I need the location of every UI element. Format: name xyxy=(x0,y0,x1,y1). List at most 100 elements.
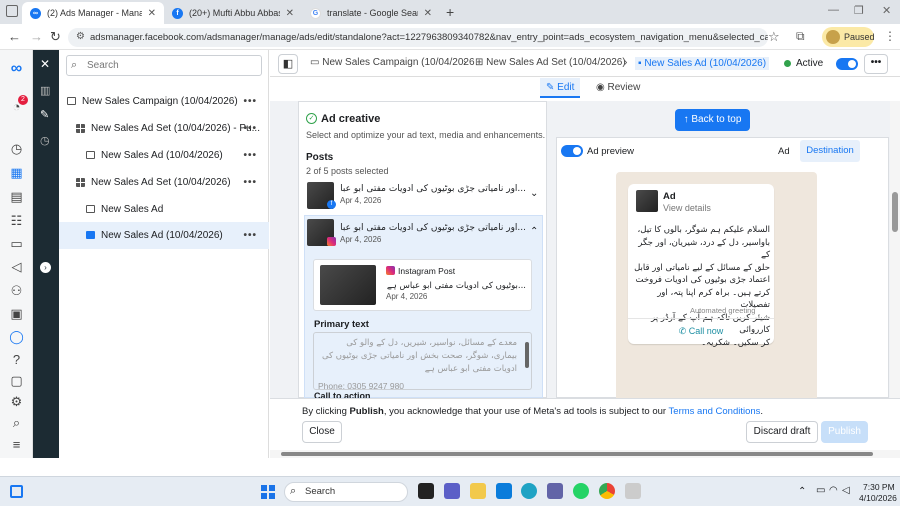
back-to-top-button[interactable]: ↑ Back to top xyxy=(675,109,750,131)
chat-message-line: اعتماد جڑی بوٹیوں کی ادویات فروخت xyxy=(635,275,770,285)
active-toggle[interactable] xyxy=(836,58,858,70)
ad-library-icon[interactable]: ▤ xyxy=(8,188,25,205)
forward-icon[interactable]: → xyxy=(30,29,43,44)
chat-app-icon[interactable] xyxy=(444,483,460,499)
tab-review[interactable]: ◉ Review xyxy=(590,78,646,98)
ad-card-view-details[interactable]: View details xyxy=(663,203,711,213)
address-bar[interactable]: adsmanager.facebook.com/adsmanager/manag… xyxy=(68,28,768,47)
charts-icon[interactable]: ▥ xyxy=(40,84,50,97)
audiences-icon[interactable]: ☷ xyxy=(8,212,25,229)
tree-item-campaign[interactable]: New Sales Campaign (10/04/2026) ••• xyxy=(59,88,269,115)
browser-tab-google[interactable]: G translate - Google Search ✕ xyxy=(302,2,440,24)
browser-menu-icon[interactable]: ⋮ xyxy=(884,29,896,43)
breadcrumb-campaign[interactable]: ▭ New Sales Campaign (10/04/2026 xyxy=(310,57,475,68)
meta-logo-icon[interactable]: ∞ xyxy=(8,60,25,77)
menu-icon[interactable]: ≡ xyxy=(8,436,25,453)
tree-item-adset[interactable]: New Sales Ad Set (10/04/2026) ••• xyxy=(59,169,269,196)
tree-item-adset[interactable]: New Sales Ad Set (10/04/2026) - Pu... ••… xyxy=(59,115,269,142)
bookmark-star-icon[interactable]: ☆ xyxy=(768,29,780,45)
reload-icon[interactable]: ↻ xyxy=(50,29,61,45)
widgets-icon[interactable] xyxy=(10,485,23,498)
extensions-icon[interactable]: ⧉ xyxy=(796,29,805,44)
more-options-icon[interactable]: ••• xyxy=(243,88,257,115)
chrome-icon[interactable] xyxy=(599,483,615,499)
post-item-facebook[interactable]: f ...اور نامیاتی جڑی بوٹیوں کی ادویات مف… xyxy=(304,180,543,216)
edge-browser-icon[interactable] xyxy=(521,483,537,499)
campaigns-icon[interactable]: ▦ xyxy=(8,164,25,181)
more-options-icon[interactable]: ••• xyxy=(243,169,257,196)
more-options-icon[interactable]: ••• xyxy=(243,222,257,249)
tab-edit[interactable]: ✎ Edit xyxy=(540,78,581,98)
history-icon[interactable]: ◷ xyxy=(40,134,50,147)
tree-search-input[interactable]: Search xyxy=(66,55,262,76)
publish-button[interactable]: Publish xyxy=(821,421,868,443)
tab-destination[interactable]: Destination xyxy=(800,140,860,162)
instagram-post-date: Apr 4, 2026 xyxy=(386,292,428,301)
clock-time[interactable]: 7:30 PM xyxy=(863,482,895,492)
close-tab-icon[interactable]: ✕ xyxy=(142,8,156,19)
snipping-tool-icon[interactable] xyxy=(625,483,641,499)
horizontal-scroll-thumb[interactable] xyxy=(281,452,873,456)
close-panel-icon[interactable]: ✕ xyxy=(40,57,50,71)
help-icon[interactable]: ? xyxy=(8,351,25,368)
megaphone-icon[interactable]: ◁ xyxy=(8,258,25,275)
task-view-icon[interactable] xyxy=(418,483,434,499)
close-button[interactable]: Close xyxy=(302,421,342,443)
call-now-button[interactable]: ✆ Call now xyxy=(628,322,774,340)
more-actions-button[interactable]: ••• xyxy=(864,54,888,74)
tree-item-ad[interactable]: New Sales Ad xyxy=(59,196,269,223)
tab-ad-preview[interactable]: Ad xyxy=(778,146,790,157)
discard-draft-button[interactable]: Discard draft xyxy=(746,421,818,443)
network-icon[interactable]: ▭ xyxy=(816,485,825,496)
taskbar-search-label: Search xyxy=(305,486,336,497)
reports-icon[interactable]: ▢ xyxy=(8,372,25,389)
primary-text-field[interactable]: معدے کے مسائل، نواسیر، شیریں، دل کے والو… xyxy=(313,332,532,390)
meta-verified-icon[interactable]: ◯ xyxy=(8,328,25,345)
breadcrumb-adset[interactable]: ⊞ New Sales Ad Set (10/04/2026) xyxy=(475,57,626,68)
events-manager-icon[interactable]: ⚇ xyxy=(8,282,25,299)
vertical-scrollbar[interactable] xyxy=(890,101,900,398)
tray-chevron-icon[interactable]: ⌃ xyxy=(798,486,806,497)
taskbar-search-box[interactable]: Search xyxy=(284,482,408,502)
file-explorer-icon[interactable] xyxy=(470,483,486,499)
volume-icon[interactable]: ◁ xyxy=(842,485,850,496)
minimize-icon[interactable]: — xyxy=(828,4,839,16)
textarea-scroll-thumb[interactable] xyxy=(525,342,529,368)
wifi-icon[interactable]: ◠ xyxy=(829,485,838,496)
business-icon[interactable]: ▣ xyxy=(8,305,25,322)
expand-panel-icon[interactable]: › xyxy=(40,262,51,273)
more-options-icon[interactable]: ••• xyxy=(243,115,257,142)
tree-item-ad-selected[interactable]: New Sales Ad (10/04/2026) ••• xyxy=(59,222,269,249)
more-options-icon[interactable]: ••• xyxy=(243,142,257,169)
site-info-icon[interactable]: ⚙ xyxy=(76,31,85,42)
settings-gear-icon[interactable]: ⚙ xyxy=(8,393,25,410)
chevron-down-icon[interactable]: ⌄ xyxy=(530,188,538,199)
close-tab-icon[interactable]: ✕ xyxy=(280,8,294,19)
billing-icon[interactable]: ▭ xyxy=(8,235,25,252)
maximize-icon[interactable]: ❐ xyxy=(854,4,864,17)
clock-date[interactable]: 4/10/2026 xyxy=(859,493,897,503)
chevron-up-icon[interactable]: ⌃ xyxy=(530,226,538,237)
breadcrumb-ad[interactable]: ▪ New Sales Ad (10/04/2026) xyxy=(635,57,770,70)
new-tab-button[interactable]: + xyxy=(446,4,454,20)
close-window-icon[interactable]: ✕ xyxy=(882,4,891,17)
ad-preview-toggle[interactable] xyxy=(561,145,583,157)
back-icon[interactable]: ← xyxy=(8,29,21,44)
teams-icon[interactable] xyxy=(547,483,563,499)
start-windows-icon[interactable] xyxy=(261,485,275,499)
search-icon[interactable]: ⌕ xyxy=(8,414,25,431)
browser-tab-ads-manager[interactable]: ∞ (2) Ads Manager - Manage ads ✕ xyxy=(22,2,164,24)
vertical-scroll-thumb[interactable] xyxy=(892,192,898,232)
tree-item-ad[interactable]: New Sales Ad (10/04/2026) ••• xyxy=(59,142,269,169)
browser-tab-facebook[interactable]: f (20+) Mufti Abbu Abbas | Facebook ✕ xyxy=(164,2,302,24)
store-icon[interactable] xyxy=(496,483,512,499)
tab-search-icon[interactable] xyxy=(6,5,18,17)
close-tab-icon[interactable]: ✕ xyxy=(418,8,432,19)
search-icon: ⌕ xyxy=(290,485,297,497)
posts-label: Posts xyxy=(306,152,334,163)
toggle-sidebar-icon[interactable]: ◧ xyxy=(278,54,298,74)
terms-link[interactable]: Terms and Conditions xyxy=(669,406,761,417)
account-overview-icon[interactable]: ◷ xyxy=(8,140,25,157)
edit-pencil-icon[interactable]: ✎ xyxy=(40,108,49,121)
whatsapp-icon[interactable] xyxy=(573,483,589,499)
